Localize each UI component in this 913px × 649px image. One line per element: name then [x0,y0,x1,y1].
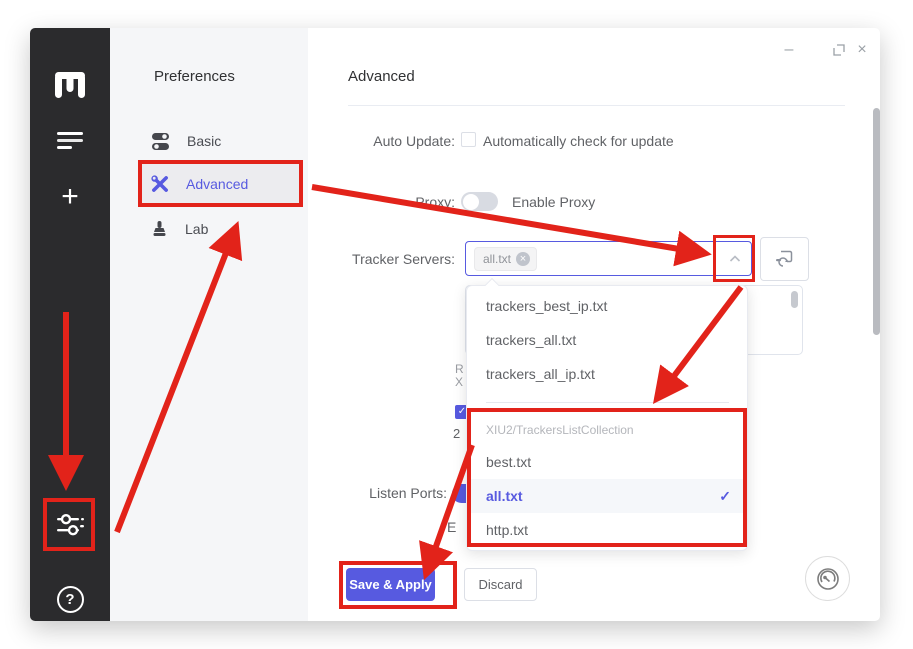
textarea-scrollbar[interactable] [791,291,798,308]
page-title: Advanced [348,68,415,85]
preferences-title: Preferences [154,68,235,85]
tracker-select-dropdown: trackers_best_ip.txt trackers_all.txt tr… [466,277,748,551]
sidebar-item-label: Basic [187,133,222,149]
sidebar-item-label: Advanced [186,176,249,192]
sidebar-item-basic[interactable]: Basic [140,119,302,163]
minimize-button[interactable]: – [775,36,803,64]
auto-update-checkbox[interactable] [461,132,476,147]
auto-update-label: Auto Update: [373,133,455,149]
obscured-text-fragment: 2 [453,426,461,441]
task-list-icon[interactable] [30,126,110,154]
proxy-toggle[interactable] [461,192,498,211]
discard-button[interactable]: Discard [464,568,537,601]
obscured-text-fragment: R [455,362,464,376]
obscured-text-fragment: X [455,375,464,389]
sidebar-item-lab[interactable]: Lab [140,207,302,251]
sidebar-item-advanced[interactable]: Advanced [140,162,302,206]
window-scrollbar[interactable] [873,108,880,335]
sync-trackers-button[interactable] [760,237,809,281]
selected-tracker-tag: all.txt × [474,247,538,271]
toggle-knob [462,193,479,210]
minimize-icon: – [784,41,794,58]
close-icon: × [857,41,867,58]
tracker-servers-select[interactable]: all.txt × [465,241,752,276]
app-window: – × + ? Preferences Basic Advanced Lab A… [30,28,880,621]
add-task-icon[interactable]: + [30,180,110,214]
auto-update-checkbox-label[interactable]: Automatically check for update [483,133,674,149]
dropdown-group-label: XIU2/TrackersListCollection [486,423,634,437]
advanced-tools-icon [151,175,168,192]
tag-remove-icon[interactable]: × [516,252,531,266]
help-button[interactable]: ? [30,584,110,614]
dropdown-option[interactable]: trackers_all_ip.txt [467,357,747,391]
sidebar: + ? [30,28,110,621]
dropdown-divider [486,402,729,403]
close-button[interactable]: × [848,36,876,64]
check-icon: ✓ [719,488,731,504]
proxy-toggle-label: Enable Proxy [512,194,596,210]
screenshot-page: – × + ? Preferences Basic Advanced Lab A… [0,0,913,649]
maximize-icon [833,44,845,56]
tracker-servers-label: Tracker Servers: [352,251,455,267]
dropdown-option[interactable]: best.txt [467,445,747,479]
speed-limit-button[interactable] [805,556,850,601]
chevron-up-icon[interactable] [729,253,741,265]
speedometer-icon [816,567,839,590]
dropdown-option[interactable]: http.txt [467,513,747,547]
lab-stamp-icon [153,220,166,236]
help-icon: ? [56,585,84,613]
dropdown-option[interactable]: trackers_all.txt [467,323,747,357]
listen-ports-label: Listen Ports: [369,485,447,501]
dropdown-option[interactable]: trackers_best_ip.txt [467,289,747,323]
sync-icon [775,250,792,267]
preferences-icon[interactable] [30,510,110,540]
preferences-panel: Preferences Basic Advanced Lab [110,28,308,621]
obscured-text-fragment: E [447,519,457,535]
title-divider [348,105,845,106]
proxy-label: Proxy: [415,194,455,210]
dropdown-option-selected[interactable]: all.txt ✓ [467,479,747,513]
save-apply-button[interactable]: Save & Apply [346,568,435,601]
sidebar-item-label: Lab [185,221,209,237]
motrix-logo-icon [30,70,110,102]
basic-toggles-icon [152,132,169,150]
